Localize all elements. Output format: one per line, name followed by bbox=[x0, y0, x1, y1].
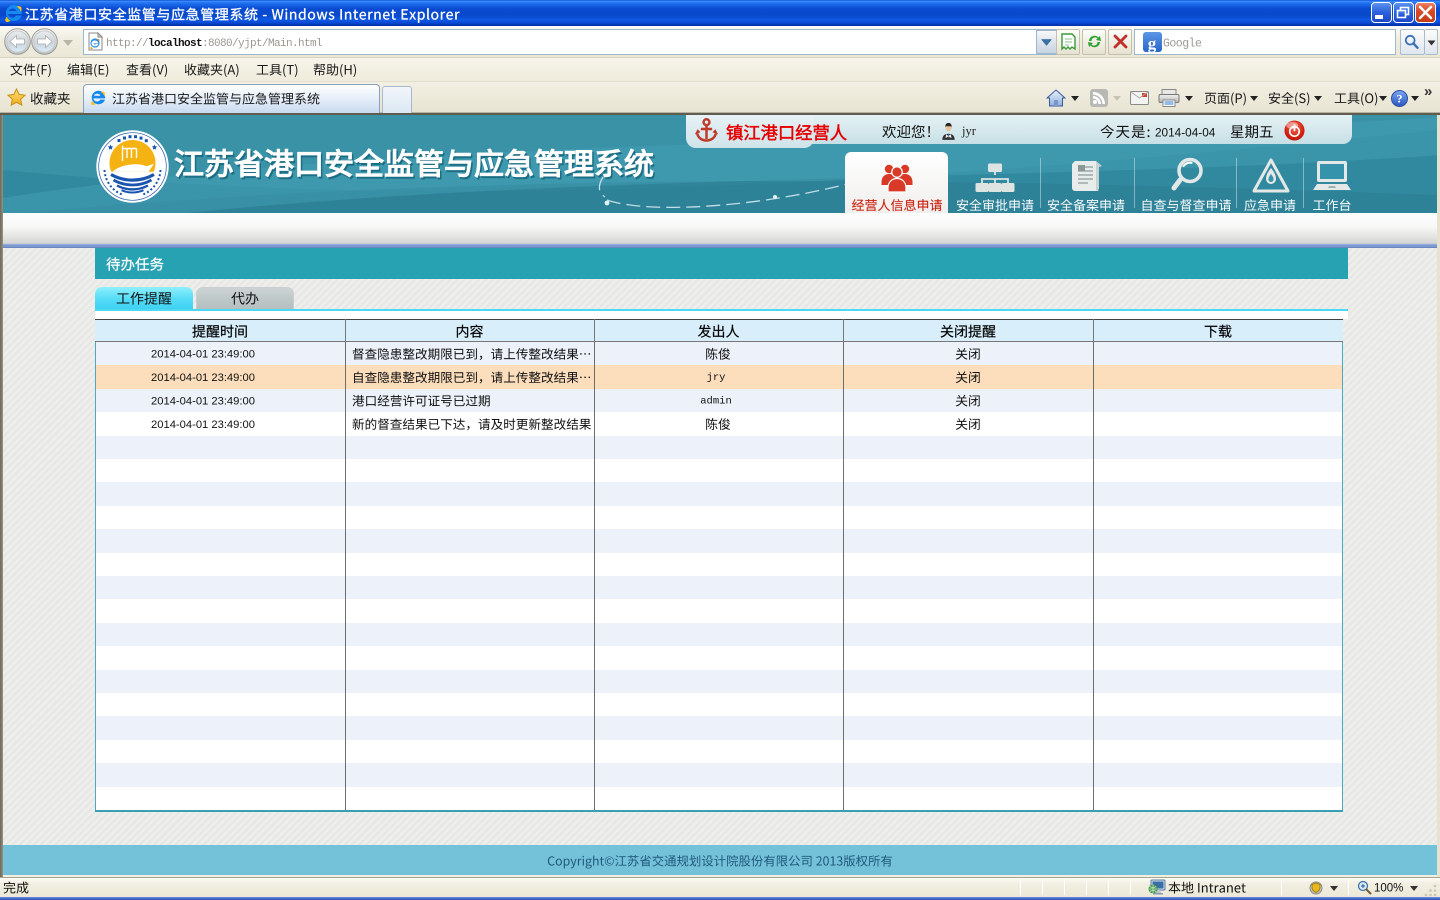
svg-text:?: ? bbox=[1397, 92, 1403, 106]
